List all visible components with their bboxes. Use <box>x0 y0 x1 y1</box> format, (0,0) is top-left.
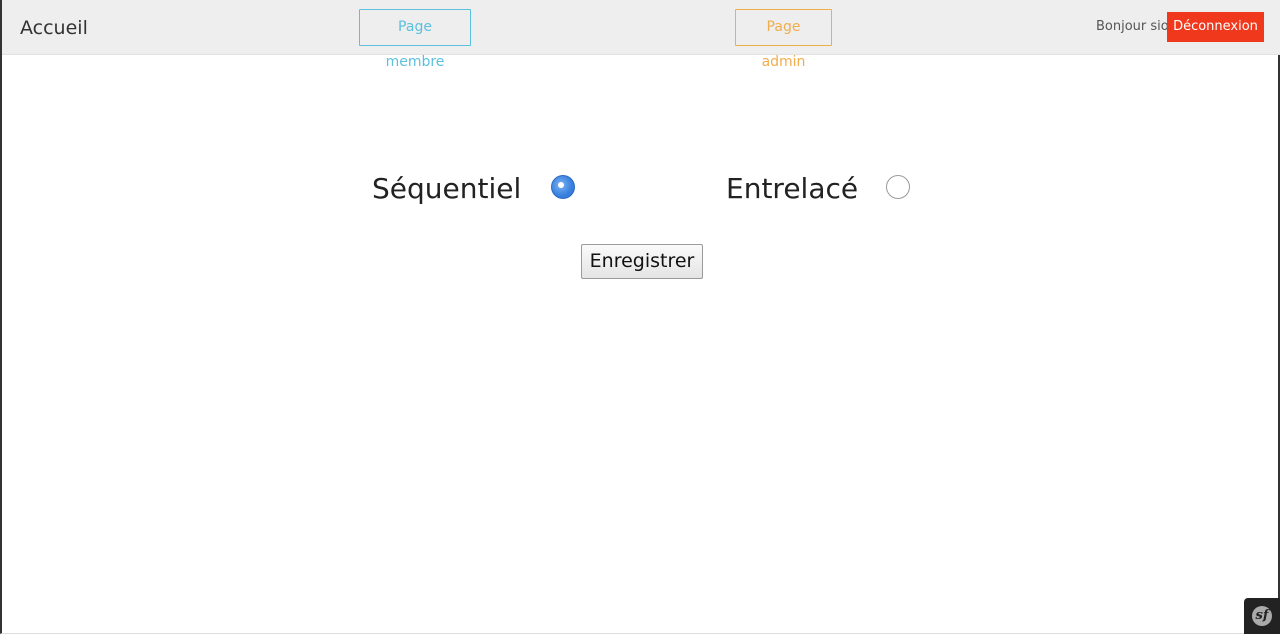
admin-page-button[interactable]: Page admin <box>735 9 832 70</box>
interlaced-label[interactable]: Entrelacé <box>726 172 858 206</box>
logout-button[interactable]: Déconnexion <box>1167 12 1264 42</box>
sequential-radio[interactable] <box>551 175 575 199</box>
sequential-label[interactable]: Séquentiel <box>372 172 521 206</box>
save-button[interactable]: Enregistrer <box>581 244 703 279</box>
user-greeting: Bonjour sio <box>1096 19 1169 34</box>
symfony-logo-icon: sf <box>1252 606 1272 626</box>
member-page-button[interactable]: Page membre <box>359 9 471 70</box>
debug-toolbar-toggle[interactable]: sf <box>1244 598 1280 634</box>
top-navbar: Accueil Page membre Page admin Bonjour s… <box>2 0 1280 70</box>
interlaced-radio[interactable] <box>886 175 910 199</box>
page-frame: Accueil Page membre Page admin Bonjour s… <box>0 0 1280 634</box>
radio-dot-icon <box>558 182 564 188</box>
home-link[interactable]: Accueil <box>20 15 88 41</box>
